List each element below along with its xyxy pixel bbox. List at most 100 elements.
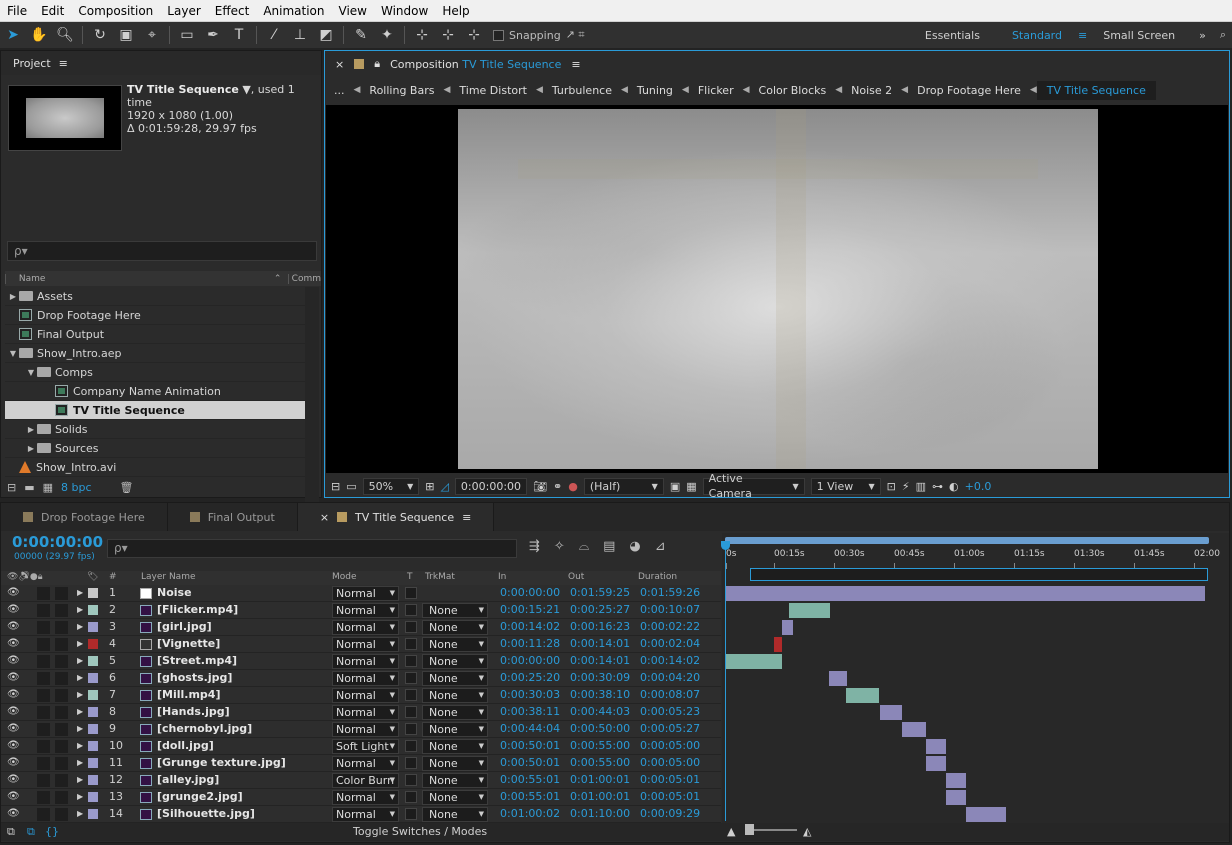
preserve-transparency-checkbox[interactable] bbox=[405, 638, 417, 650]
rotation-tool-icon[interactable]: ↻ bbox=[87, 22, 113, 48]
chevron-down-icon[interactable]: ▼ bbox=[242, 83, 250, 96]
always-preview-icon[interactable]: ⊟ bbox=[331, 480, 340, 493]
preserve-transparency-checkbox[interactable] bbox=[405, 808, 417, 820]
layer-row[interactable]: 👁︎ ▶ 3 [girl.jpg] Normal None 0:00:14:02 0:00:1… bbox=[1, 619, 721, 636]
rectangle-tool-icon[interactable]: ▭ bbox=[174, 22, 200, 48]
breadcrumb-item[interactable]: Noise 2 bbox=[842, 84, 901, 97]
fast-previews-icon[interactable]: ⚡︎ bbox=[902, 480, 910, 493]
menu-animation[interactable]: Animation bbox=[256, 0, 331, 22]
layer-duration-bar[interactable] bbox=[879, 705, 903, 720]
layer-in-point[interactable]: 0:01:00:02 bbox=[500, 806, 560, 822]
layer-label-color[interactable] bbox=[88, 656, 98, 666]
layer-out-point[interactable]: 0:01:10:00 bbox=[570, 806, 630, 822]
project-search-input[interactable]: ρ▾ bbox=[7, 241, 317, 261]
layer-expand-icon[interactable]: ▶ bbox=[77, 687, 83, 703]
disclosure-closed-icon[interactable]: ▶ bbox=[25, 439, 37, 458]
search-help-icon[interactable]: ⌕ bbox=[1214, 28, 1232, 42]
layer-duration-bar[interactable] bbox=[926, 756, 946, 771]
project-item[interactable]: TV Title Sequence bbox=[5, 401, 305, 420]
preserve-transparency-checkbox[interactable] bbox=[405, 757, 417, 769]
project-item[interactable]: ▶ Sources bbox=[5, 439, 305, 458]
world-axis-icon[interactable]: ⊹ bbox=[435, 22, 461, 48]
comp-mini-flowchart-icon[interactable]: ⇶ bbox=[529, 539, 540, 554]
audio-switch[interactable] bbox=[37, 774, 50, 787]
shy-layers-icon[interactable]: ⌓ bbox=[579, 539, 589, 554]
interpret-footage-icon[interactable]: ⊟ bbox=[7, 481, 16, 494]
layer-out-point[interactable]: 0:00:44:03 bbox=[570, 704, 630, 720]
time-navigator[interactable] bbox=[750, 568, 1208, 581]
composition-viewer[interactable] bbox=[326, 105, 1228, 473]
layer-duration[interactable]: 0:00:04:20 bbox=[640, 670, 700, 686]
graph-editor-icon[interactable]: ⊿ bbox=[655, 539, 666, 554]
layer-duration-bar[interactable] bbox=[846, 688, 880, 703]
eye-icon[interactable]: 👁︎ bbox=[7, 806, 20, 822]
layer-in-point[interactable]: 0:00:00:00 bbox=[500, 585, 560, 601]
preserve-transparency-checkbox[interactable] bbox=[405, 689, 417, 701]
disclosure-open-icon[interactable]: ▼ bbox=[25, 363, 37, 382]
project-item[interactable]: ▼ Show_Intro.aep bbox=[5, 344, 305, 363]
layer-label-color[interactable] bbox=[88, 622, 98, 632]
layer-out-point[interactable]: 0:00:14:01 bbox=[570, 636, 630, 652]
workspace-small-screen[interactable]: Small Screen bbox=[1087, 29, 1191, 42]
layer-label-color[interactable] bbox=[88, 690, 98, 700]
layer-expand-icon[interactable]: ▶ bbox=[77, 755, 83, 771]
breadcrumb-arrow-icon[interactable]: ◀ bbox=[621, 85, 628, 95]
layer-duration[interactable]: 0:00:05:23 bbox=[640, 704, 700, 720]
track-matte-dropdown[interactable]: None bbox=[422, 756, 488, 771]
timeline-tab[interactable]: Final Output bbox=[168, 503, 298, 531]
workspace-essentials[interactable]: Essentials bbox=[909, 29, 996, 42]
audio-switch[interactable] bbox=[37, 706, 50, 719]
layer-row[interactable]: 👁︎ ▶ 5 [Street.mp4] Normal None 0:00:00:00 0:00… bbox=[1, 653, 721, 670]
blend-mode-dropdown[interactable]: Soft Light bbox=[332, 739, 399, 754]
sort-icon[interactable]: ⌃ bbox=[274, 274, 288, 284]
layer-name[interactable]: [grunge2.jpg] bbox=[157, 789, 243, 805]
layer-label-color[interactable] bbox=[88, 673, 98, 683]
audio-switch[interactable] bbox=[37, 672, 50, 685]
layer-expand-icon[interactable]: ▶ bbox=[77, 602, 83, 618]
layer-out-point[interactable]: 0:01:00:01 bbox=[570, 789, 630, 805]
layer-name[interactable]: [Mill.mp4] bbox=[157, 687, 220, 703]
track-matte-dropdown[interactable]: None bbox=[422, 620, 488, 635]
layer-out-point[interactable]: 0:00:25:27 bbox=[570, 602, 630, 618]
track-matte-dropdown[interactable]: None bbox=[422, 603, 488, 618]
flowchart-icon[interactable]: ⊶ bbox=[932, 480, 943, 493]
solo-switch[interactable] bbox=[55, 587, 68, 600]
av-features-header-icon[interactable]: 👁︎🔊︎●🔒︎ bbox=[7, 572, 43, 582]
blend-mode-dropdown[interactable]: Normal bbox=[332, 688, 399, 703]
layer-in-point[interactable]: 0:00:11:28 bbox=[500, 636, 560, 652]
blend-mode-dropdown[interactable]: Normal bbox=[332, 603, 399, 618]
preserve-transparency-checkbox[interactable] bbox=[405, 740, 417, 752]
preserve-transparency-checkbox[interactable] bbox=[405, 791, 417, 803]
eraser-tool-icon[interactable]: ◩ bbox=[313, 22, 339, 48]
label-header-icon[interactable]: 🏷︎ bbox=[87, 572, 98, 582]
local-axis-icon[interactable]: ⊹ bbox=[409, 22, 435, 48]
layer-row[interactable]: 👁︎ ▶ 6 [ghosts.jpg] Normal None 0:00:25:20 0:00… bbox=[1, 670, 721, 687]
type-tool-icon[interactable]: T bbox=[226, 22, 252, 48]
layer-duration[interactable]: 0:00:02:22 bbox=[640, 619, 700, 635]
breadcrumb-arrow-icon[interactable]: ◀ bbox=[743, 85, 750, 95]
pan-behind-tool-icon[interactable]: ⌖ bbox=[139, 22, 165, 48]
project-item[interactable]: Drop Footage Here bbox=[5, 306, 305, 325]
zoom-in-icon[interactable]: ◭ bbox=[803, 825, 811, 838]
frame-blending-icon[interactable]: ▤ bbox=[603, 539, 615, 554]
zoom-tool-icon[interactable]: 🔍︎ bbox=[52, 22, 78, 48]
safe-margins-icon[interactable]: ⊞ bbox=[425, 480, 434, 493]
preserve-transparency-checkbox[interactable] bbox=[405, 723, 417, 735]
layer-row[interactable]: 👁︎ ▶ 4 [Vignette] Normal None 0:00:11:28 0:00:1… bbox=[1, 636, 721, 653]
eye-icon[interactable]: 👁︎ bbox=[7, 772, 20, 788]
layer-name[interactable]: [Vignette] bbox=[157, 636, 220, 652]
layer-row[interactable]: 👁︎ ▶ 7 [Mill.mp4] Normal None 0:00:30:03 0:00:3… bbox=[1, 687, 721, 704]
layer-out-point[interactable]: 0:01:59:25 bbox=[570, 585, 630, 601]
project-item[interactable]: Show_Intro.avi bbox=[5, 458, 305, 477]
eye-icon[interactable]: 👁︎ bbox=[7, 755, 20, 771]
timeline-tab[interactable]: Drop Footage Here bbox=[1, 503, 168, 531]
layer-out-point[interactable]: 0:01:00:01 bbox=[570, 772, 630, 788]
layer-out-point[interactable]: 0:00:55:00 bbox=[570, 738, 630, 754]
new-folder-icon[interactable]: ▬ bbox=[24, 481, 34, 494]
solo-switch[interactable] bbox=[55, 740, 68, 753]
magnification-dropdown[interactable]: 50% ▼ bbox=[362, 477, 420, 495]
layer-duration[interactable]: 0:01:59:26 bbox=[640, 585, 700, 601]
trash-icon[interactable]: 🗑︎ bbox=[120, 481, 134, 494]
layer-expand-icon[interactable]: ▶ bbox=[77, 806, 83, 822]
solo-switch[interactable] bbox=[55, 723, 68, 736]
